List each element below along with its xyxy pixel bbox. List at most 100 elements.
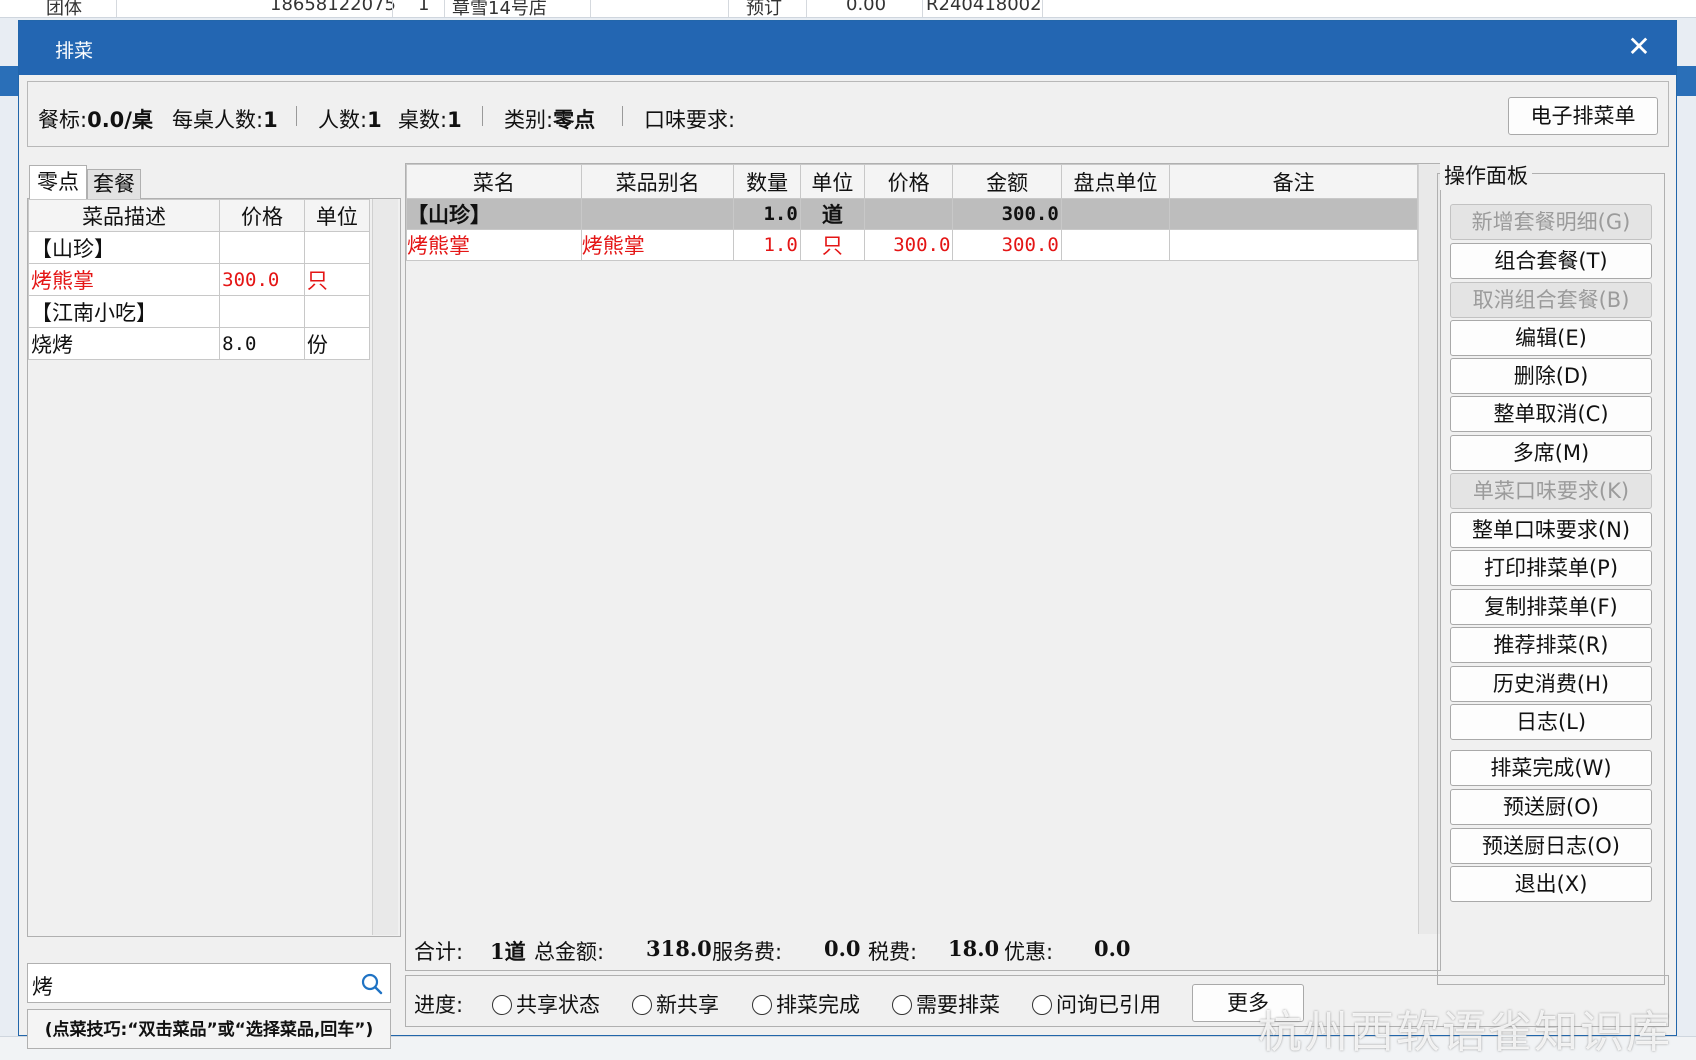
menu-row[interactable]: 烧烤 8.0 份 [27,327,371,360]
amount-label: 总金额: [534,940,605,964]
amount-value: 318.0 [646,936,712,961]
cell-note [1169,198,1418,230]
cell-alias: 烤熊掌 [580,229,735,261]
menu-cell-price [219,295,305,328]
operation-button[interactable]: 取消组合套餐(B) [1450,282,1652,318]
close-icon[interactable]: ✕ [1622,31,1656,65]
column-header[interactable]: 数量 [733,164,801,199]
dish-search-input[interactable]: 烤 [27,963,391,1003]
operation-button[interactable]: 整单取消(C) [1450,396,1652,432]
column-header[interactable]: 菜品别名 [580,164,735,199]
operation-button[interactable]: 推荐排菜(R) [1450,627,1652,663]
operation-button[interactable]: 打印排菜单(P) [1450,550,1652,586]
meal-standard: 餐标:0.0/桌 [38,108,153,132]
progress-label: 进度: [414,993,464,1017]
search-value: 烤 [32,975,53,999]
operation-button[interactable]: 删除(D) [1450,358,1652,394]
radio-needs-arrangement[interactable]: 需要排菜 [892,989,1000,1019]
radio-inquiry-referenced[interactable]: 问询已引用 [1032,989,1161,1019]
menu-cell-unit: 只 [303,263,371,296]
menu-cell-unit [303,231,371,264]
search-icon[interactable] [360,972,384,996]
operation-button[interactable]: 退出(X) [1450,866,1652,902]
dish-arrangement-dialog: 排菜 ✕ 餐标:0.0/桌 每桌人数:1 人数:1 桌数:1 类别:零点 口味要… [18,20,1677,1049]
column-header[interactable]: 单位 [303,199,371,232]
operation-button[interactable]: 日志(L) [1450,704,1652,740]
title-bar: 排菜 ✕ [19,21,1676,75]
operation-button[interactable]: 编辑(E) [1450,320,1652,356]
taste-requirement-label: 口味要求: [644,108,736,132]
radio-icon [492,995,512,1015]
menu-row[interactable]: 烤熊掌 300.0 只 [27,263,371,296]
dish-table: 菜名 菜品别名 数量 单位 价格 金额 盘点单位 备注 【山珍】 1.0 道 3… [406,164,1418,261]
column-header[interactable]: 单位 [799,164,865,199]
total-label: 合计: [414,940,464,964]
column-header[interactable]: 价格 [863,164,954,199]
radio-icon [1032,995,1052,1015]
menu-header-row: 菜品描述 价格 单位 [27,199,371,232]
menu-cell-name: 烤熊掌 [27,263,221,296]
operation-button[interactable]: 组合套餐(T) [1450,243,1652,279]
cell-price [863,198,954,230]
menu-cell-unit: 份 [303,327,371,360]
operation-button[interactable]: 单菜口味要求(K) [1450,473,1652,509]
column-header[interactable]: 价格 [219,199,305,232]
category: 类别:零点 [504,108,596,132]
operation-button[interactable]: 预送厨(O) [1450,789,1652,825]
menu-cell-price [219,231,305,264]
per-table-count: 每桌人数:1 [172,108,278,132]
bg-cell: R240418002 [926,0,1042,15]
operation-button[interactable]: 排菜完成(W) [1450,750,1652,786]
total-value: 1道 [490,939,526,964]
operation-button[interactable]: 预送厨日志(O) [1450,828,1652,864]
menu-row[interactable]: 【江南小吃】 [27,295,371,328]
operation-button[interactable]: 复制排菜单(F) [1450,589,1652,625]
operation-button[interactable]: 新增套餐明细(G) [1450,204,1652,240]
column-header[interactable]: 菜名 [406,164,582,199]
operation-button[interactable]: 历史消费(H) [1450,666,1652,702]
background-table-row: 团体 18658122075 1 章雪14号店 预订 0.00 R2404180… [0,0,1696,18]
background-selection [0,66,18,96]
column-header[interactable]: 金额 [952,164,1062,199]
dialog-title: 排菜 [55,40,94,62]
cell-price: 300.0 [863,229,954,261]
discount-value: 0.0 [1094,936,1131,961]
column-header[interactable]: 盘点单位 [1060,164,1171,199]
bg-cell: 18658122075 [270,0,396,15]
tab-a-la-carte[interactable]: 零点 [29,165,87,201]
radio-icon [752,995,772,1015]
menu-panel: 零点 套餐 菜品描述 价格 单位 【山珍】 烤熊掌 300.0 只【江南小吃】 烧烤 8.… [27,163,401,1049]
column-header[interactable]: 菜品描述 [27,199,221,232]
menu-row[interactable]: 【山珍】 [27,231,371,264]
people-count: 人数:1 [318,108,382,132]
table-count: 桌数:1 [398,108,462,132]
cell-amount: 300.0 [952,198,1062,230]
cell-count-unit [1060,198,1171,230]
operation-button[interactable]: 整单口味要求(N) [1450,512,1652,548]
tab-set-meal[interactable]: 套餐 [87,169,141,199]
menu-cell-unit [303,295,371,328]
cell-note [1169,229,1418,261]
background-selection [1677,66,1696,96]
radio-arrangement-done[interactable]: 排菜完成 [752,989,860,1019]
radio-icon [892,995,912,1015]
operation-panel: 操作面板 新增套餐明细(G) 组合套餐(T) 取消组合套餐(B) 编辑(E) 删除(D)… [1437,160,1665,985]
column-header[interactable]: 备注 [1169,164,1418,199]
dish-group-row[interactable]: 【山珍】 1.0 道 300.0 [406,198,1418,230]
operation-button[interactable]: 多席(M) [1450,435,1652,471]
ordering-tip: (点菜技巧:“双击菜品”或“选择菜品,回车”) [27,1009,391,1049]
discount-label: 优惠: [1004,940,1054,964]
dish-item-row[interactable]: 烤熊掌 烤熊掌 1.0 只 300.0 300.0 [406,229,1418,261]
bg-cell: 0.00 [846,0,887,15]
menu-grid: 菜品描述 价格 单位 【山珍】 烤熊掌 300.0 只【江南小吃】 烧烤 8.0 份 [27,199,401,937]
dish-header-row: 菜名 菜品别名 数量 单位 价格 金额 盘点单位 备注 [406,164,1418,199]
radio-new-share[interactable]: 新共享 [632,989,719,1019]
menu-scrollbar[interactable] [372,199,398,935]
menu-tabs: 零点 套餐 [27,163,401,201]
e-order-button[interactable]: 电子排菜单 [1508,97,1658,135]
cell-unit: 只 [799,229,865,261]
cell-name: 烤熊掌 [406,229,582,261]
radio-shared-status[interactable]: 共享状态 [492,989,600,1019]
bg-cell: 1 [418,0,430,15]
order-info-bar: 餐标:0.0/桌 每桌人数:1 人数:1 桌数:1 类别:零点 口味要求: 电子… [27,81,1669,147]
